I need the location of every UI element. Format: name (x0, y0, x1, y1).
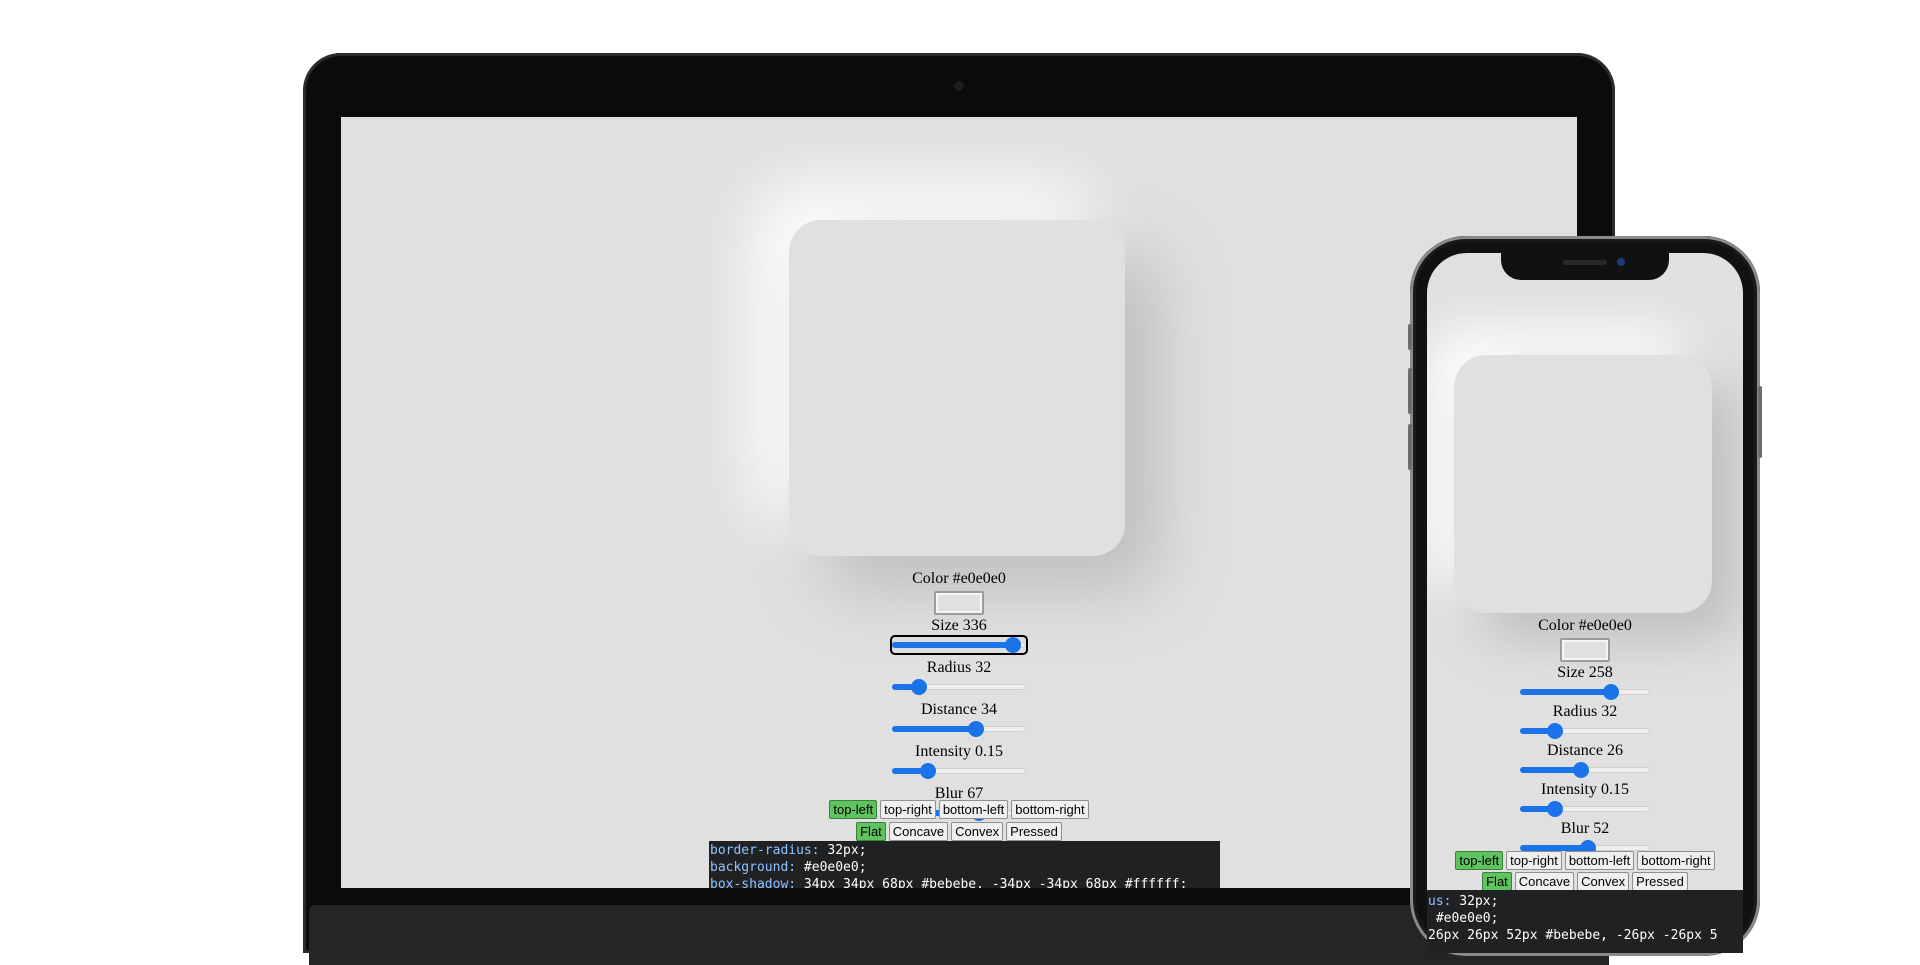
color-picker[interactable] (934, 591, 984, 615)
css-code-output[interactable]: us: 32px; #e0e0e0; 26px 26px 52px #bebeb… (1427, 890, 1743, 953)
distance-label: Distance 34 (921, 701, 997, 718)
shape-button-flat[interactable]: Flat (1482, 872, 1512, 891)
color-label: Color #e0e0e0 (1538, 617, 1632, 634)
phone-frame: Color #e0e0e0 Size 258 Radius 32 Distanc… (1408, 236, 1762, 956)
direction-button-bottom-right[interactable]: bottom-right (1011, 800, 1089, 819)
shape-button-pressed[interactable]: Pressed (1632, 872, 1688, 891)
intensity-slider[interactable] (1520, 801, 1650, 817)
shape-button-convex[interactable]: Convex (951, 822, 1004, 841)
shape-button-pressed[interactable]: Pressed (1006, 822, 1062, 841)
direction-buttons: top-left top-right bottom-left bottom-ri… (1427, 851, 1743, 870)
radius-label: Radius 32 (1552, 703, 1618, 720)
controls-panel: Color #e0e0e0 Size 258 Radius 32 Distanc… (1485, 617, 1685, 859)
direction-button-bottom-left[interactable]: bottom-left (1564, 851, 1635, 870)
shape-button-concave[interactable]: Concave (1514, 872, 1575, 891)
intensity-label: Intensity 0.15 (1541, 781, 1629, 798)
blur-label: Blur 52 (1560, 820, 1610, 837)
direction-button-bottom-left[interactable]: bottom-left (938, 800, 1009, 819)
controls-panel: Color #e0e0e0 Size 336 Radius 32 Distanc… (859, 570, 1059, 827)
code-shadow-prop: box-shadow: (710, 877, 797, 888)
color-label: Color #e0e0e0 (912, 570, 1006, 587)
code-radius-value: 32px; (819, 843, 867, 858)
code-radius-prop: border-radius: (710, 843, 820, 858)
direction-button-top-left[interactable]: top-left (1455, 851, 1504, 870)
direction-button-bottom-right[interactable]: bottom-right (1637, 851, 1715, 870)
size-slider[interactable] (1520, 684, 1650, 700)
radius-label: Radius 32 (926, 659, 992, 676)
code-shadow-value: 26px 26px 52px #bebebe, -26px -26px 5 (1428, 928, 1718, 943)
phone-volume-up-button (1408, 368, 1412, 414)
distance-label: Distance 26 (1547, 742, 1623, 759)
code-background-value: #e0e0e0; (796, 860, 867, 875)
size-slider[interactable] (890, 635, 1028, 655)
phone-mute-switch (1408, 324, 1412, 350)
phone-speaker (1563, 260, 1607, 265)
shape-button-concave[interactable]: Concave (888, 822, 949, 841)
shape-buttons: Flat Concave Convex Pressed (709, 822, 1209, 841)
intensity-label: Intensity 0.15 (915, 743, 1003, 760)
direction-button-top-right[interactable]: top-right (1506, 851, 1562, 870)
code-background-value: #e0e0e0; (1428, 911, 1499, 926)
phone-notch (1501, 253, 1669, 280)
radius-slider[interactable] (892, 679, 1026, 695)
phone-power-button (1758, 386, 1762, 458)
distance-slider-thumb[interactable] (1573, 762, 1589, 778)
intensity-slider-thumb[interactable] (1547, 801, 1563, 817)
size-label: Size 336 (931, 617, 987, 634)
phone-camera (1617, 258, 1625, 266)
code-shadow-value: 34px 34px 68px #bebebe, -34px -34px 68px… (796, 877, 1188, 888)
phone-volume-down-button (1408, 424, 1412, 470)
intensity-slider-thumb[interactable] (920, 763, 936, 779)
neumorphic-preview-box (1454, 355, 1712, 613)
size-slider-thumb[interactable] (1005, 637, 1021, 653)
css-code-output[interactable]: border-radius: 32px; background: #e0e0e0… (709, 841, 1220, 888)
phone-screen: Color #e0e0e0 Size 258 Radius 32 Distanc… (1427, 253, 1743, 953)
radius-slider-thumb[interactable] (911, 679, 927, 695)
laptop-camera (954, 81, 964, 91)
distance-slider[interactable] (892, 721, 1026, 737)
shape-button-convex[interactable]: Convex (1577, 872, 1630, 891)
color-picker[interactable] (1560, 638, 1610, 662)
intensity-slider[interactable] (892, 763, 1026, 779)
direction-button-top-right[interactable]: top-right (880, 800, 936, 819)
code-background-prop: background: (710, 860, 797, 875)
size-label: Size 258 (1557, 664, 1613, 681)
direction-buttons: top-left top-right bottom-left bottom-ri… (709, 800, 1209, 819)
code-radius-value: 32px; (1451, 894, 1499, 909)
direction-button-top-left[interactable]: top-left (829, 800, 878, 819)
shape-button-flat[interactable]: Flat (856, 822, 886, 841)
radius-slider[interactable] (1520, 723, 1650, 739)
laptop-screen: Color #e0e0e0 Size 336 Radius 32 Distanc… (341, 117, 1577, 888)
size-slider-thumb[interactable] (1603, 684, 1619, 700)
neumorphic-preview-box (789, 220, 1125, 556)
shape-buttons: Flat Concave Convex Pressed (1427, 872, 1743, 891)
distance-slider-thumb[interactable] (968, 721, 984, 737)
distance-slider[interactable] (1520, 762, 1650, 778)
radius-slider-thumb[interactable] (1547, 723, 1563, 739)
code-radius-prop: us: (1428, 894, 1452, 909)
